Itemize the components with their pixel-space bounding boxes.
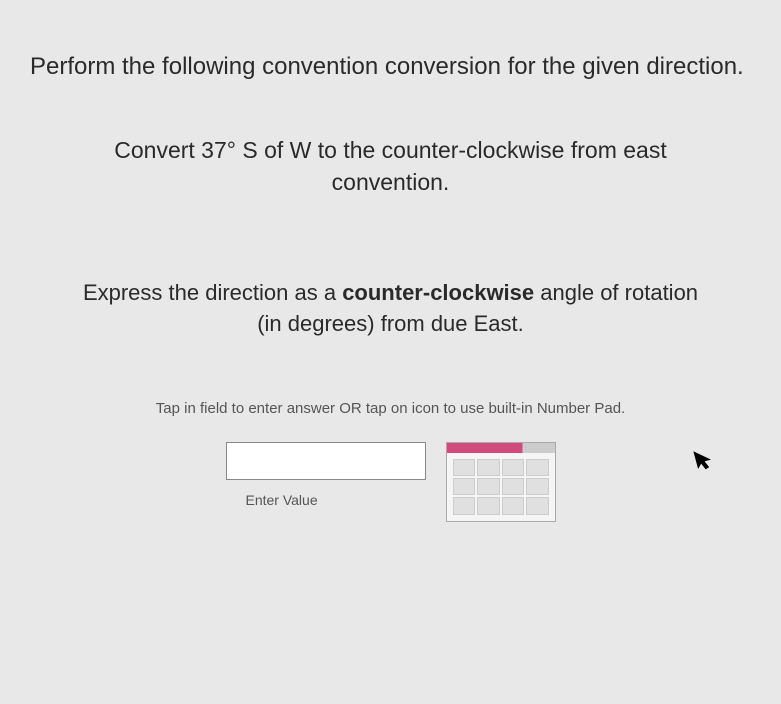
numpad-key <box>477 497 500 514</box>
answer-input[interactable] <box>226 442 426 480</box>
numpad-key <box>502 478 525 495</box>
numpad-key <box>453 459 476 476</box>
instruction-text: Express the direction as a counter-clock… <box>70 278 711 340</box>
numpad-key <box>526 459 549 476</box>
numpad-key <box>502 459 525 476</box>
question-body-text: Convert 37° S of W to the counter-clockw… <box>70 134 711 198</box>
enter-value-label: Enter Value <box>246 492 318 508</box>
numpad-key <box>477 459 500 476</box>
numpad-key <box>477 478 500 495</box>
numpad-key <box>453 478 476 495</box>
numpad-icon[interactable] <box>446 442 556 522</box>
numpad-key <box>526 497 549 514</box>
input-wrapper: Enter Value <box>226 442 426 508</box>
input-hint-text: Tap in field to enter answer OR tap on i… <box>30 400 751 417</box>
instruction-prefix: Express the direction as a <box>83 280 342 305</box>
question-intro-text: Perform the following convention convers… <box>30 50 751 84</box>
numpad-key <box>453 497 476 514</box>
numpad-header-bar <box>447 443 555 453</box>
instruction-bold: counter-clockwise <box>342 280 534 305</box>
numpad-key <box>526 478 549 495</box>
input-area: Enter Value <box>30 442 751 522</box>
numpad-key <box>502 497 525 514</box>
numpad-grid <box>447 453 555 521</box>
